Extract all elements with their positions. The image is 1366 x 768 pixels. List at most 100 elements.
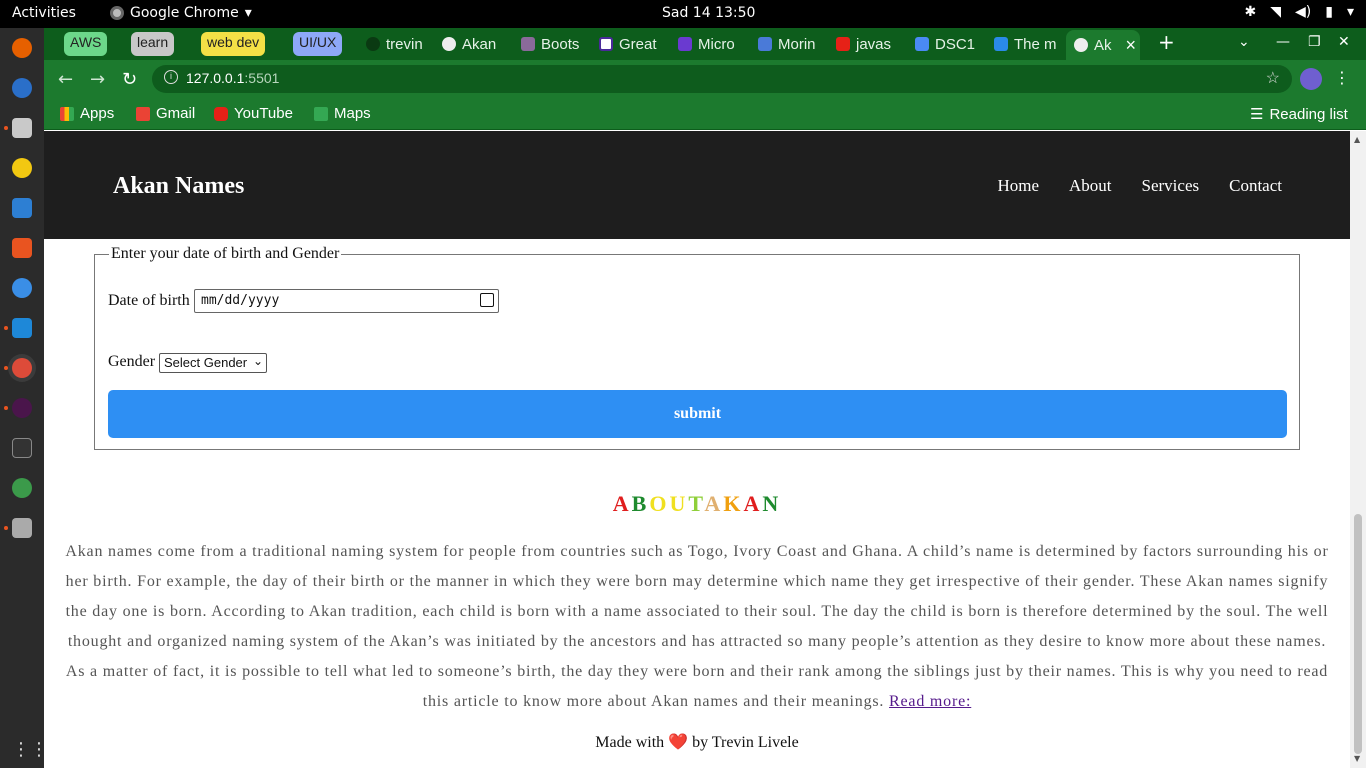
- thunderbird-icon[interactable]: [12, 78, 32, 98]
- footer-text-after: by Trevin Livele: [692, 734, 799, 751]
- tab-group-web-dev[interactable]: web dev: [201, 32, 266, 56]
- tab-moringa[interactable]: Morin: [758, 32, 822, 56]
- tab-title: Morin: [778, 35, 816, 53]
- firefox-icon[interactable]: [12, 38, 32, 58]
- bookmark-maps[interactable]: Maps: [314, 105, 371, 122]
- site-info-icon[interactable]: i: [164, 70, 178, 84]
- scroll-down-icon[interactable]: ▼: [1354, 754, 1360, 763]
- page-viewport: Akan Names Home About Services Contact E…: [44, 131, 1350, 768]
- system-tray[interactable]: ✱ ◥ ◀) ▮ ▾: [1245, 4, 1355, 20]
- tab-group-aws[interactable]: AWS: [64, 32, 108, 56]
- activities-button[interactable]: Activities: [12, 5, 76, 21]
- tab-group-ui-ux[interactable]: UI/UX: [293, 32, 343, 56]
- chevron-down-icon: ▾: [1346, 4, 1354, 20]
- tab-trevin[interactable]: trevin: [366, 32, 430, 56]
- about-heading-letter: T: [688, 491, 705, 516]
- calendar-icon: [758, 37, 772, 51]
- tab-title: Micro: [698, 35, 735, 53]
- about-akan-heading: ABOUTAKAN: [44, 491, 1350, 517]
- tab-akan[interactable]: Akan: [442, 32, 504, 56]
- tab-dsc[interactable]: DSC1: [915, 32, 979, 56]
- slack-tray-icon[interactable]: ✱: [1245, 4, 1257, 20]
- new-tab-button[interactable]: +: [1158, 30, 1175, 54]
- youtube-icon: [836, 37, 850, 51]
- minimize-icon[interactable]: —: [1276, 34, 1290, 50]
- app-menu-label: Google Chrome: [130, 5, 239, 21]
- maps-icon: [314, 106, 328, 121]
- back-icon[interactable]: ←: [58, 69, 73, 90]
- about-paragraph: Akan names come from a traditional namin…: [62, 537, 1332, 717]
- writer-icon[interactable]: [12, 198, 32, 218]
- gender-selected-value: Select Gender: [164, 355, 248, 370]
- footer: Made with ❤️ by Trevin Livele: [44, 732, 1350, 752]
- nav-link-about[interactable]: About: [1069, 176, 1112, 196]
- gender-select[interactable]: Select Gender ⌄: [159, 353, 267, 373]
- calendar-icon[interactable]: [480, 293, 494, 307]
- address-bar[interactable]: i 127.0.0.1:5501 ☆: [152, 65, 1292, 93]
- running-indicator: [4, 366, 8, 370]
- world-icon[interactable]: [12, 478, 32, 498]
- help-icon[interactable]: [12, 278, 32, 298]
- bookmark-youtube[interactable]: YouTube: [214, 105, 293, 122]
- tab-strip: AWS learn web dev UI/UX trevin Akan Boot…: [44, 28, 1366, 60]
- bookmark-gmail[interactable]: Gmail: [136, 105, 195, 122]
- bookmarks-bar: Apps Gmail YouTube Maps ☰ Reading list: [44, 98, 1366, 130]
- nav-link-home[interactable]: Home: [997, 176, 1039, 196]
- running-indicator: [4, 326, 8, 330]
- close-window-icon[interactable]: ✕: [1338, 34, 1350, 50]
- vscode-icon[interactable]: [12, 318, 32, 338]
- tab-bootstrap[interactable]: Boots: [521, 32, 587, 56]
- about-heading-letter: B: [631, 491, 650, 516]
- micro-icon: [678, 37, 692, 51]
- tab-the-m[interactable]: The m: [994, 32, 1058, 56]
- forward-icon[interactable]: →: [90, 69, 105, 90]
- app-menu[interactable]: Google Chrome ▾: [110, 5, 252, 21]
- profile-avatar[interactable]: [1300, 68, 1322, 90]
- dob-label: Date of birth: [108, 292, 190, 309]
- tab-javascript[interactable]: javas: [836, 32, 900, 56]
- reload-icon[interactable]: ↻: [122, 69, 137, 90]
- nav-link-services[interactable]: Services: [1142, 176, 1200, 196]
- docs-icon: [915, 37, 929, 51]
- reading-list-button[interactable]: ☰ Reading list: [1250, 105, 1348, 124]
- bookmark-label: YouTube: [234, 105, 293, 122]
- bookmark-apps[interactable]: Apps: [60, 105, 114, 122]
- scrollbar-thumb[interactable]: [1354, 514, 1362, 754]
- tab-title: Ak: [1094, 36, 1112, 54]
- kebab-menu-icon[interactable]: ⋮: [1334, 68, 1350, 87]
- read-more-link[interactable]: Read more:: [889, 693, 971, 710]
- about-heading-letter: A: [612, 491, 632, 516]
- apps-grid-icon: [60, 106, 74, 121]
- submit-button[interactable]: submit: [108, 390, 1287, 438]
- tab-group-learn[interactable]: learn: [131, 32, 175, 56]
- url-text[interactable]: 127.0.0.1:5501: [186, 70, 279, 86]
- wifi-icon: ◥: [1270, 4, 1282, 20]
- scroll-up-icon[interactable]: ▲: [1354, 135, 1360, 144]
- terminal-icon[interactable]: [12, 438, 32, 458]
- site-brand[interactable]: Akan Names: [113, 173, 244, 200]
- nav-link-contact[interactable]: Contact: [1229, 176, 1282, 196]
- screenshot-icon[interactable]: [12, 518, 32, 538]
- chrome-icon[interactable]: [12, 358, 32, 378]
- reading-list-icon: ☰: [1250, 106, 1264, 123]
- tab-title: DSC1: [935, 35, 976, 53]
- footer-text-before: Made with: [595, 734, 665, 751]
- tab-title: trevin: [386, 35, 423, 53]
- files-icon[interactable]: [12, 118, 32, 138]
- tab-search-icon[interactable]: ⌄: [1238, 34, 1250, 50]
- dob-date-input[interactable]: mm/dd/yyyy: [194, 289, 499, 313]
- maximize-icon[interactable]: ❐: [1308, 34, 1321, 50]
- clock[interactable]: Sad 14 13:50: [662, 5, 755, 21]
- software-center-icon[interactable]: [12, 238, 32, 258]
- slack-icon[interactable]: [12, 398, 32, 418]
- close-icon[interactable]: ×: [1126, 35, 1137, 56]
- tab-title: javas: [856, 35, 892, 53]
- tab-great[interactable]: Great: [599, 32, 663, 56]
- tab-active-akan[interactable]: Ak ×: [1066, 30, 1140, 60]
- tab-micro[interactable]: Micro: [678, 32, 742, 56]
- bookmark-star-icon[interactable]: ☆: [1266, 68, 1280, 88]
- rhythmbox-icon[interactable]: [12, 158, 32, 178]
- heart-icon: ❤️: [668, 734, 689, 751]
- about-heading-letter: A: [743, 491, 763, 516]
- page-scrollbar[interactable]: ▲ ▼: [1350, 131, 1366, 768]
